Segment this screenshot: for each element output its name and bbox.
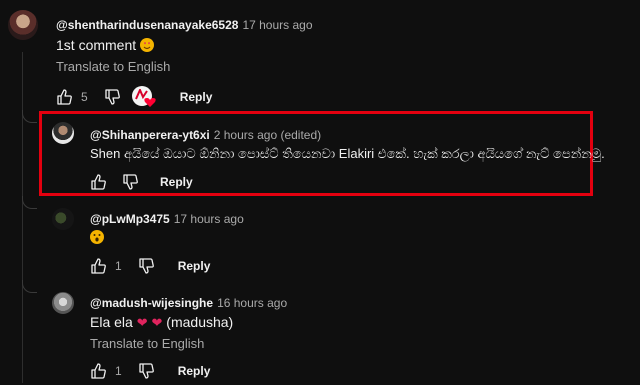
reply-header: @pLwMp3475 17 hours ago (90, 210, 244, 228)
comment-text (90, 229, 104, 245)
comment-text: Ela ela ❤ ❤ (madusha) (90, 314, 233, 331)
comment-header: @shentharindusenanayake6528 17 hours ago (56, 16, 313, 34)
dislike-icon[interactable] (104, 88, 122, 106)
dislike-icon[interactable] (138, 257, 156, 275)
like-icon[interactable] (90, 173, 108, 191)
comment-text: Shen අයියේ ඔයාට ඕනිනා පොස්ට් තියෙනවා Ela… (90, 146, 605, 161)
comment-text-content: 1st comment (56, 37, 137, 53)
comment-author[interactable]: @Shihanperera-yt6xi (90, 128, 210, 142)
dislike-icon[interactable] (138, 362, 156, 380)
heart-eyes-emoji (140, 38, 155, 52)
reply-connector (22, 196, 37, 209)
comment-timestamp[interactable]: 17 hours ago (242, 18, 312, 32)
like-icon[interactable] (56, 88, 74, 106)
comment-author[interactable]: @pLwMp3475 (90, 212, 170, 226)
comment-text-start: Ela ela (90, 314, 133, 330)
comment-actions: 5 Reply (56, 86, 213, 108)
comment-actions: 1 Reply (90, 361, 210, 381)
red-heart-emoji: ❤ (151, 315, 163, 330)
reply-button[interactable]: Reply (160, 175, 193, 189)
avatar[interactable] (52, 122, 74, 144)
dislike-icon[interactable] (122, 173, 140, 191)
comment-actions: Reply (90, 172, 193, 192)
surprised-emoji (90, 230, 104, 244)
comment-text: 1st comment (56, 37, 155, 53)
like-count: 1 (115, 259, 122, 273)
reply-connector (22, 110, 37, 123)
reply-button[interactable]: Reply (178, 364, 211, 378)
comment-timestamp[interactable]: 2 hours ago (edited) (214, 128, 321, 142)
avatar[interactable] (52, 292, 74, 314)
reply-header: @Shihanperera-yt6xi 2 hours ago (edited) (90, 126, 321, 144)
comment-timestamp[interactable]: 16 hours ago (217, 296, 287, 310)
avatar[interactable] (8, 10, 38, 40)
like-count: 5 (81, 90, 88, 104)
avatar[interactable] (52, 208, 74, 230)
comment-actions: 1 Reply (90, 256, 210, 276)
translate-link[interactable]: Translate to English (90, 336, 204, 351)
reply-header: @madush-wijesinghe 16 hours ago (90, 294, 287, 312)
thread-line (22, 52, 23, 383)
reply-button[interactable]: Reply (178, 259, 211, 273)
translate-link[interactable]: Translate to English (56, 59, 170, 74)
like-icon[interactable] (90, 362, 108, 380)
reply-connector (22, 280, 37, 293)
like-count: 1 (115, 364, 122, 378)
comment-author[interactable]: @shentharindusenanayake6528 (56, 18, 238, 32)
creator-heart-icon (131, 86, 156, 108)
comment-author[interactable]: @madush-wijesinghe (90, 296, 213, 310)
comment-timestamp[interactable]: 17 hours ago (174, 212, 244, 226)
like-icon[interactable] (90, 257, 108, 275)
red-heart-emoji: ❤ (136, 315, 148, 330)
reply-button[interactable]: Reply (180, 90, 213, 104)
comment-text-end: (madusha) (166, 314, 234, 330)
